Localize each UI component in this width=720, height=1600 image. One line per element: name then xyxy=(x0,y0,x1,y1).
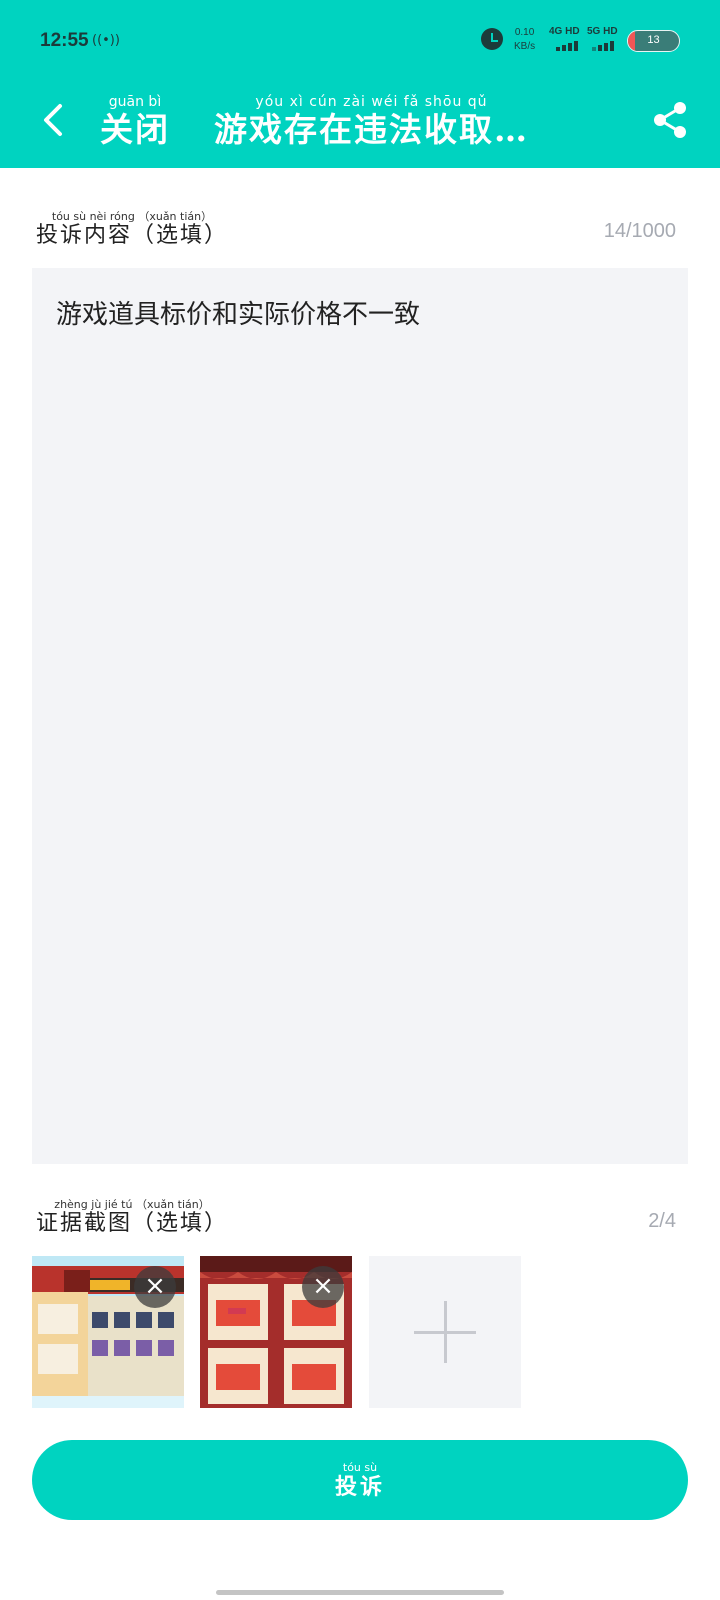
net-speed: 0.10 KB/s xyxy=(514,26,535,54)
evidence-thumbnail[interactable]: × xyxy=(200,1256,352,1408)
add-image-button[interactable] xyxy=(369,1256,521,1408)
back-arrow-icon[interactable] xyxy=(36,100,76,140)
evidence-label-pinyin: zhèng jù jié tú （xuǎn tián） xyxy=(54,1198,210,1211)
page-title-text: 游戏存在违法收取… xyxy=(214,110,529,149)
signal-label-5g: 5G HD xyxy=(587,26,618,37)
hotspot-icon: ((•)) xyxy=(92,33,120,48)
evidence-section-label: zhèng jù jié tú （xuǎn tián） 证据截图（选填） xyxy=(36,1198,228,1237)
battery-indicator: 13 xyxy=(627,30,680,52)
top-bar: 12:55 ((•)) 0.10 KB/s 4G HD 5G HD 13 guā… xyxy=(0,0,720,168)
complaint-text-input[interactable]: 游戏道具标价和实际价格不一致 xyxy=(32,268,688,1164)
evidence-label-text: 证据截图（选填） xyxy=(36,1211,229,1236)
content-label-text: 投诉内容（选填） xyxy=(36,223,229,248)
submit-complaint-button[interactable]: tóu sù 投诉 xyxy=(32,1440,688,1520)
content-label-pinyin: tóu sù nèi róng （xuǎn tián） xyxy=(51,210,213,223)
status-bar: 12:55 ((•)) 0.10 KB/s 4G HD 5G HD 13 xyxy=(0,0,720,80)
net-speed-value: 0.10 xyxy=(514,27,535,38)
evidence-thumbnail[interactable]: × xyxy=(32,1256,184,1408)
content-section-label: tóu sù nèi róng （xuǎn tián） 投诉内容（选填） xyxy=(36,210,228,249)
signal-bars-icon xyxy=(556,41,586,51)
close-button[interactable]: guān bì 关闭 xyxy=(100,94,170,150)
close-pinyin: guān bì xyxy=(108,94,162,110)
content-char-counter: 14/1000 xyxy=(603,220,676,242)
submit-label: 投诉 xyxy=(334,1473,385,1500)
page-title: yóu xì cún zài wéi fǎ shōu qǔ 游戏存在违法收取… xyxy=(214,94,529,150)
status-time: 12:55 xyxy=(40,30,89,51)
home-indicator[interactable] xyxy=(216,1590,504,1595)
submit-pinyin: tóu sù xyxy=(342,1460,378,1474)
page-title-pinyin: yóu xì cún zài wéi fǎ shōu qǔ xyxy=(255,94,488,110)
signal-bars-icon xyxy=(592,41,622,51)
battery-percent: 13 xyxy=(647,34,660,46)
alarm-icon xyxy=(481,28,503,50)
submit-label-group: tóu sù 投诉 xyxy=(335,1461,385,1500)
remove-image-icon[interactable]: × xyxy=(134,1266,176,1308)
remove-image-icon[interactable]: × xyxy=(302,1266,344,1308)
evidence-image-counter: 2/4 xyxy=(648,1210,676,1232)
close-label: 关闭 xyxy=(100,110,170,149)
signal-label-4g: 4G HD xyxy=(549,26,580,37)
net-speed-unit: KB/s xyxy=(514,41,536,52)
share-icon[interactable] xyxy=(650,100,690,140)
